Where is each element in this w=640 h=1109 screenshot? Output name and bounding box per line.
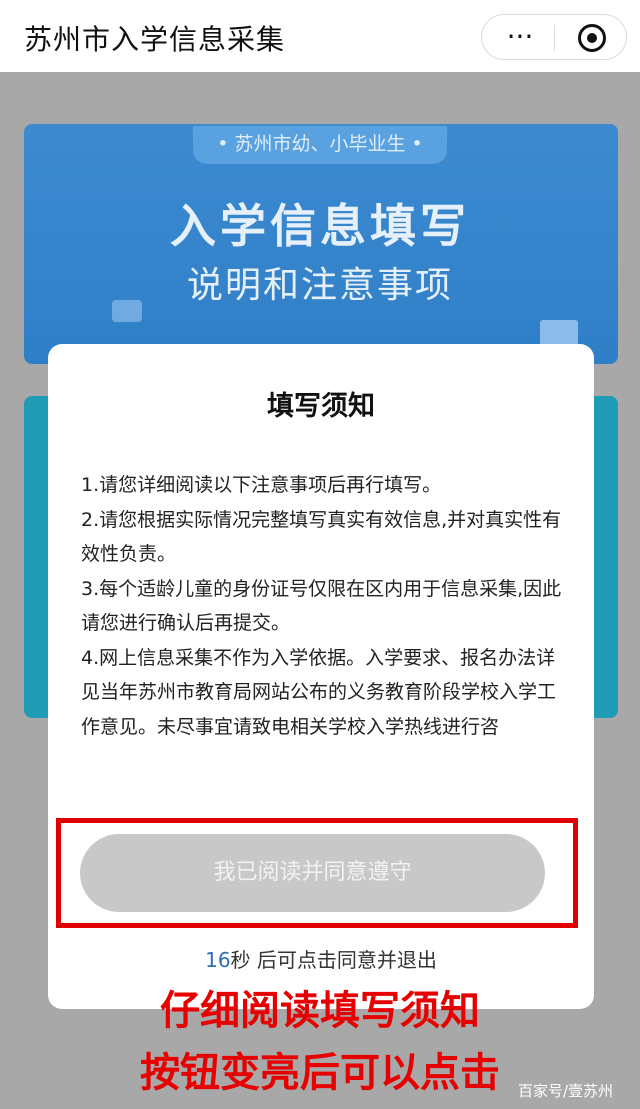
banner-title: 入学信息填写: [170, 199, 470, 253]
watermark: 百家号/壹苏州: [518, 1082, 614, 1100]
banner-subtitle: 说明和注意事项: [186, 265, 453, 306]
mail-icon: [540, 320, 578, 346]
countdown-text: 秒 后可点击同意并退出: [230, 948, 437, 972]
modal-title: 填写须知: [267, 391, 375, 422]
annotation-caption: 仔细阅读填写须知: [160, 988, 480, 1034]
countdown-hint: 16秒 后可点击同意并退出: [48, 944, 594, 973]
miniprogram-capsule: ···: [481, 14, 627, 60]
notice-text[interactable]: 1.请您详细阅读以下注意事项后再行填写。 2.请您根据实际情况完整填写真实有效信…: [81, 468, 569, 788]
notice-item: 3.每个适龄儿童的身份证号仅限在区内用于信息采集,因此请您进行确认后再提交。: [81, 577, 562, 635]
capsule-divider: [554, 25, 555, 51]
notice-item: 2.请您根据实际情况完整填写真实有效信息,并对真实性有效性负责。: [81, 508, 562, 566]
page-title: 苏州市入学信息采集: [24, 23, 286, 56]
close-miniprogram-icon[interactable]: [578, 24, 606, 52]
highlight-annotation-box: [56, 818, 578, 928]
more-icon[interactable]: ···: [502, 23, 538, 51]
notice-item: 4.网上信息采集不作为入学依据。入学要求、报名办法详见当年苏州市教育局网站公布的…: [81, 646, 557, 738]
notice-item: 1.请您详细阅读以下注意事项后再行填写。: [81, 474, 442, 496]
banner-tag: • 苏州市幼、小毕业生 •: [193, 126, 447, 164]
top-nav-bar: 苏州市入学信息采集 ···: [0, 0, 640, 72]
countdown-seconds: 16: [205, 948, 231, 972]
